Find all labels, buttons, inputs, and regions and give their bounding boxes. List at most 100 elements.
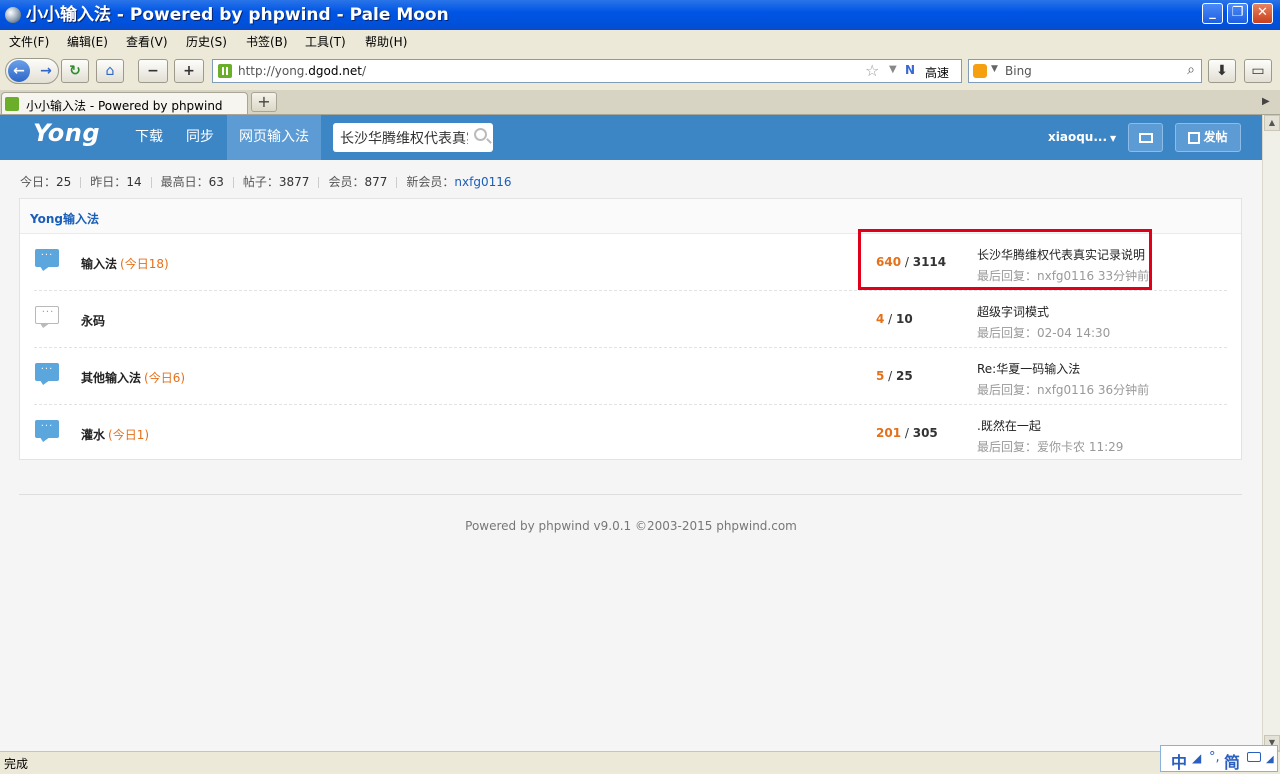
last-post-meta: 最后回复：爱你卡农 11:29 — [977, 440, 1124, 454]
last-post-meta: 最后回复：02-04 14:30 — [977, 326, 1111, 340]
nav-web-ime[interactable]: 网页输入法 — [227, 115, 321, 160]
category-title[interactable]: Yong输入法 — [30, 210, 99, 227]
menu-bookmarks[interactable]: 书签(B) — [246, 33, 288, 50]
user-menu[interactable]: xiaoqu... ▼ — [1048, 130, 1116, 144]
stat-max: 63 — [208, 175, 224, 189]
zoom-in-button[interactable]: + — [174, 59, 204, 83]
ime-chinese-mode[interactable]: 中 — [1171, 749, 1187, 773]
forum-name[interactable]: 其他输入法 (今日6) — [81, 369, 185, 386]
menu-edit[interactable]: 编辑(E) — [67, 33, 108, 50]
site-search-input[interactable]: 长沙华腾维权代表真实记录说明 — [333, 123, 493, 152]
forum-last-post: Re:华夏一码输入法 最后回复：nxfg0116 36分钟前 — [977, 360, 1149, 398]
site-header: Yong 下载 同步 网页输入法 长沙华腾维权代表真实记录说明 xiaoqu..… — [0, 115, 1262, 160]
tab-strip: 小小输入法 - Powered by phpwind + — [0, 90, 1280, 115]
engine-dropdown-icon[interactable]: ▼ — [991, 64, 998, 74]
url-dropdown-icon[interactable]: ▼ — [889, 64, 897, 75]
menu-file[interactable]: 文件(F) — [9, 33, 49, 50]
pale-moon-icon[interactable] — [5, 7, 21, 23]
menu-bar: 文件(F) 编辑(E) 查看(V) 历史(S) 书签(B) 工具(T) 帮助(H… — [0, 30, 1280, 52]
ime-grip-icon[interactable]: ◢ — [1266, 754, 1274, 765]
minimize-button[interactable]: _ — [1202, 3, 1223, 24]
site-search-icon[interactable] — [474, 128, 487, 141]
new-member-link[interactable]: nxfg0116 — [454, 175, 511, 189]
forum-new-posts-icon: ··· — [35, 420, 59, 438]
url-bar[interactable]: http://yong.dgod.net/ ☆ ▼ N 高速 — [212, 59, 962, 83]
bookmark-star-icon[interactable]: ☆ — [865, 61, 879, 80]
messages-button[interactable] — [1128, 123, 1163, 152]
menu-tools[interactable]: 工具(T) — [305, 33, 346, 50]
window-titlebar: 小小输入法 - Powered by phpwind - Pale Moon _… — [0, 0, 1280, 30]
search-bar[interactable]: ▼ Bing ⌕ — [968, 59, 1202, 83]
forum-last-post: .既然在一起 最后回复：爱你卡农 11:29 — [977, 417, 1123, 455]
forum-counts: 5 / 25 — [876, 369, 913, 383]
home-button[interactable]: ⌂ — [96, 59, 124, 83]
ime-keyboard-icon[interactable] — [1247, 752, 1261, 762]
last-post-meta: 最后回复：nxfg0116 36分钟前 — [977, 383, 1150, 397]
last-post-title[interactable]: 超级字词模式 — [977, 303, 1110, 320]
ime-halfwidth-icon[interactable]: ◢ — [1192, 751, 1201, 765]
last-post-title[interactable]: .既然在一起 — [977, 417, 1123, 434]
forum-new-posts-icon: ··· — [35, 249, 59, 267]
site-favicon-icon — [218, 64, 232, 78]
vertical-scrollbar[interactable]: ▲ ▼ — [1262, 115, 1280, 751]
stat-today: 25 — [56, 175, 72, 189]
ime-simplified-mode[interactable]: 简 — [1224, 749, 1240, 773]
forum-counts: 201 / 305 — [876, 426, 938, 440]
forum-no-new-posts-icon: ··· — [35, 306, 59, 324]
user-dropdown-icon: ▼ — [1110, 134, 1117, 143]
tab-favicon-icon — [5, 97, 19, 111]
forum-row: ··· 永码 4 / 10 超级字词模式 最后回复：02-04 14:30 — [20, 291, 1241, 348]
menu-view[interactable]: 查看(V) — [126, 33, 168, 50]
speed-icon[interactable]: N — [905, 63, 915, 77]
stat-posts: 3877 — [278, 175, 310, 189]
window-view-button[interactable]: ▭ — [1244, 59, 1272, 83]
url-text: http://yong.dgod.net/ — [238, 64, 366, 78]
nav-download[interactable]: 下载 — [135, 115, 163, 160]
forum-counts: 4 / 10 — [876, 312, 913, 326]
forum-row: ··· 其他输入法 (今日6) 5 / 25 Re:华夏一码输入法 最后回复：nx… — [20, 348, 1241, 405]
forum-row: ··· 灌水 (今日1) 201 / 305 .既然在一起 最后回复：爱你卡农 1… — [20, 405, 1241, 462]
forum-name[interactable]: 灌水 (今日1) — [81, 426, 149, 443]
page-viewport: Yong 下载 同步 网页输入法 长沙华腾维权代表真实记录说明 xiaoqu..… — [0, 115, 1262, 751]
search-icon[interactable]: ⌕ — [1187, 62, 1195, 78]
scroll-up-icon[interactable]: ▲ — [1264, 115, 1280, 131]
tab-active[interactable]: 小小输入法 - Powered by phpwind — [1, 92, 248, 114]
menu-history[interactable]: 历史(S) — [186, 33, 227, 50]
site-search-value: 长沙华腾维权代表真实记录说明 — [340, 131, 468, 147]
status-bar: 完成 — [0, 751, 1280, 774]
forum-name[interactable]: 永码 — [81, 312, 108, 329]
site-logo[interactable]: Yong — [33, 119, 100, 147]
speed-label[interactable]: 高速 — [925, 64, 949, 81]
navigation-toolbar: ← → ↻ ⌂ − + http://yong.dgod.net/ ☆ ▼ N … — [0, 52, 1280, 91]
new-post-button[interactable]: 发帖 — [1175, 123, 1241, 152]
last-post-title[interactable]: Re:华夏一码输入法 — [977, 360, 1149, 377]
zoom-out-button[interactable]: − — [138, 59, 168, 83]
bing-engine-icon[interactable] — [973, 64, 987, 78]
window-title: 小小输入法 - Powered by phpwind - Pale Moon — [26, 5, 449, 25]
search-engine-placeholder: Bing — [1005, 64, 1032, 78]
ime-punctuation-icon[interactable]: °, — [1209, 750, 1220, 765]
footer-divider — [19, 494, 1242, 495]
annotation-highlight-box — [858, 229, 1152, 290]
back-forward-group: ← → — [5, 58, 59, 84]
back-button[interactable]: ← — [8, 60, 30, 82]
menu-help[interactable]: 帮助(H) — [365, 33, 407, 50]
downloads-button[interactable]: ⬇ — [1208, 59, 1236, 83]
stat-members: 877 — [364, 175, 388, 189]
tab-list-arrow-icon[interactable]: ▶ — [1262, 96, 1270, 107]
page-footer: Powered by phpwind v9.0.1 ©2003-2015 php… — [465, 519, 797, 533]
tab-label: 小小输入法 - Powered by phpwind — [26, 99, 223, 113]
close-button[interactable]: ✕ — [1252, 3, 1273, 24]
forum-last-post: 超级字词模式 最后回复：02-04 14:30 — [977, 303, 1110, 341]
edit-icon — [1188, 131, 1201, 144]
new-tab-button[interactable]: + — [251, 92, 277, 112]
status-text: 完成 — [4, 757, 29, 771]
maximize-button[interactable]: ❐ — [1227, 3, 1248, 24]
reload-button[interactable]: ↻ — [61, 59, 89, 83]
stat-yesterday: 14 — [126, 175, 142, 189]
forum-stats: 今日：25 昨日：14 最高日：63 帖子：3877 会员：877 新会员：nxfg011… — [20, 175, 512, 189]
ime-toolbar[interactable]: 中 ◢ °, 简 ◢ — [1160, 745, 1278, 772]
nav-sync[interactable]: 同步 — [186, 115, 214, 160]
forward-button[interactable]: → — [36, 61, 56, 81]
forum-name[interactable]: 输入法 (今日18) — [81, 255, 169, 272]
